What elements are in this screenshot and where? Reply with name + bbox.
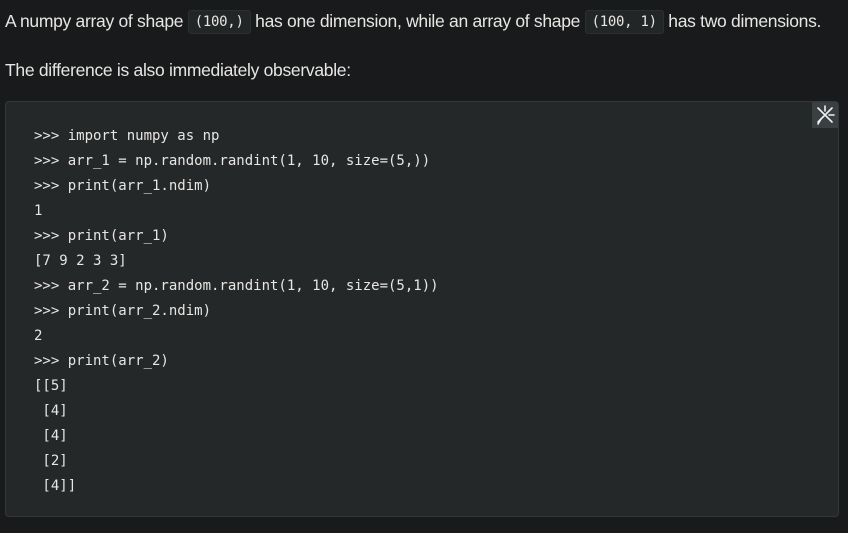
code-content: >>> import numpy as np >>> arr_1 = np.ran… [34,124,439,499]
paragraph-array-shapes: A numpy array of shape (100,) has one di… [5,10,822,34]
code-line: >>> arr_1 = np.random.randint(1, 10, siz… [34,153,431,169]
code-line: >>> print(arr_1.ndim) [34,178,212,194]
code-line: [7 9 2 3 3] [34,253,127,269]
code-line: [2] [34,453,68,469]
copy-code-icon [817,105,835,125]
paragraph-text-segment: has two dimensions. [663,11,822,31]
code-line: [4]] [34,478,77,494]
code-line: >>> import numpy as np [34,128,220,144]
code-line: >>> print(arr_2) [34,353,169,369]
paragraph-text-segment: A numpy array of shape [5,11,188,31]
paragraph-text-segment: has one dimension, while an array of sha… [250,11,585,31]
code-line: 2 [34,328,43,344]
paragraph-difference: The difference is also immediately obser… [5,60,351,81]
code-line: >>> print(arr_2.ndim) [34,303,212,319]
code-line: >>> arr_2 = np.random.randint(1, 10, siz… [34,278,439,294]
copy-code-button[interactable] [812,102,838,128]
code-line: [4] [34,428,68,444]
code-line: [4] [34,403,68,419]
code-line: [[5] [34,378,68,394]
code-line: >>> print(arr_1) [34,228,169,244]
inline-code-shape-1d: (100,) [187,10,251,34]
inline-code-shape-2d: (100, 1) [584,10,664,34]
code-line: 1 [34,203,43,219]
paragraph-text: The difference is also immediately obser… [5,60,351,80]
code-block: >>> import numpy as np >>> arr_1 = np.ran… [5,101,839,517]
